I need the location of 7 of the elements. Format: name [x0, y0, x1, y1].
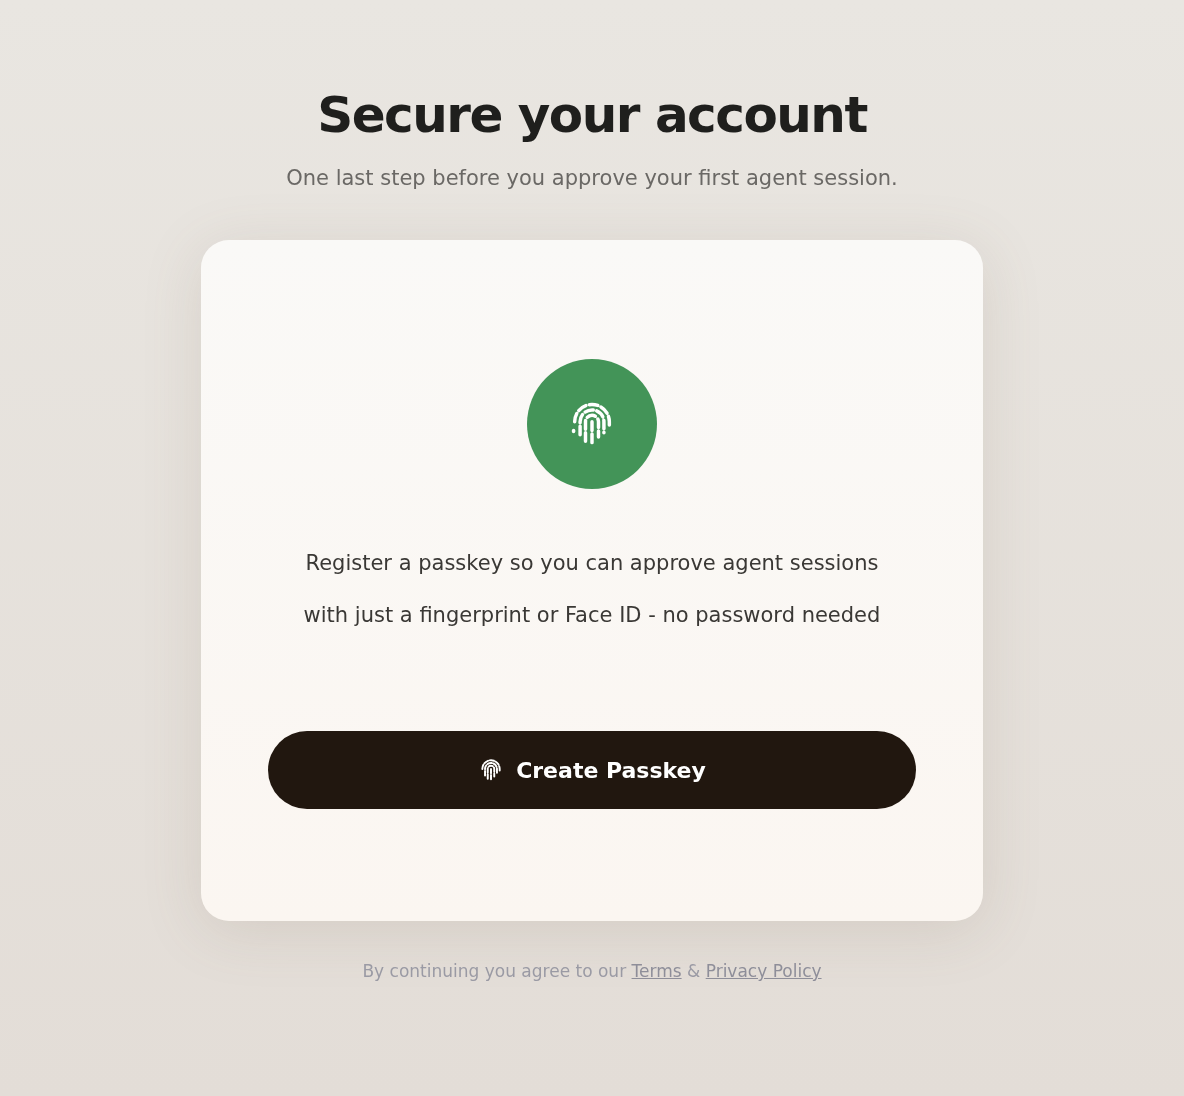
consent-text: By continuing you agree to our Terms & Privacy Policy: [362, 961, 822, 981]
create-passkey-button[interactable]: Create Passkey: [268, 731, 916, 809]
privacy-policy-link[interactable]: Privacy Policy: [705, 961, 822, 981]
page-subtitle: One last step before you approve your first agent session.: [286, 166, 898, 190]
page-title: Secure your account: [317, 85, 867, 146]
passkey-description: Register a passkey so you can approve agent sessions with just a fingerprint or Face ID - no password needed: [302, 550, 882, 629]
terms-link[interactable]: Terms: [631, 961, 682, 981]
